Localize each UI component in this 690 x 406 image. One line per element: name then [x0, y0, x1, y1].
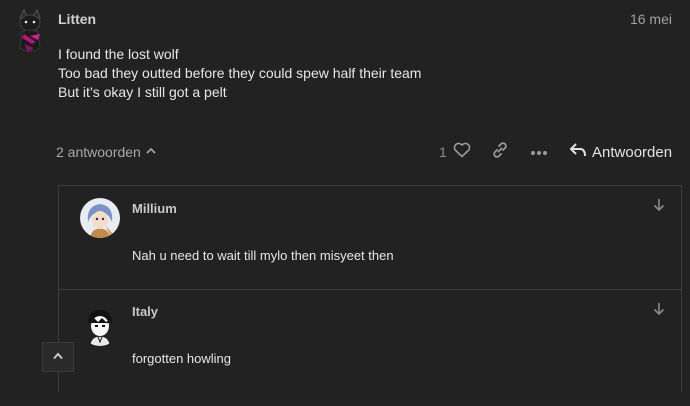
- chevron-up-icon: [52, 348, 64, 366]
- post-username[interactable]: Litten: [58, 11, 96, 27]
- jump-to-post-button[interactable]: [651, 198, 667, 217]
- post-date[interactable]: 16 mei: [630, 11, 672, 27]
- heart-icon: [453, 142, 471, 163]
- like-count: 1: [439, 144, 447, 160]
- link-icon: [491, 141, 509, 164]
- copy-link-button[interactable]: [490, 141, 510, 164]
- scroll-to-top-button[interactable]: [42, 342, 74, 372]
- reply-arrow-icon: [570, 143, 586, 161]
- more-options-button[interactable]: [528, 142, 550, 162]
- more-icon: [530, 143, 548, 161]
- arrow-down-icon: [653, 198, 665, 217]
- reply-button-label: Antwoorden: [592, 143, 673, 161]
- topic-page: Litten 16 mei I found the lost wolf Too …: [0, 0, 690, 406]
- litten-avatar[interactable]: [10, 8, 50, 58]
- italy-avatar[interactable]: [80, 306, 120, 346]
- arrow-down-icon: [653, 302, 665, 321]
- reply-text: Nah u need to wait till mylo then misyee…: [132, 248, 394, 263]
- embedded-replies: Millium Nah u need to wait till mylo the…: [58, 185, 682, 392]
- post-line: Too bad they outted before they could sp…: [58, 65, 422, 81]
- reply-button[interactable]: Antwoorden: [570, 142, 672, 162]
- jump-to-post-button[interactable]: [651, 302, 667, 321]
- reply-item: Italy forgotten howling: [59, 289, 681, 392]
- replies-count-label: 2 antwoorden: [56, 144, 141, 160]
- chevron-up-icon: [145, 144, 157, 160]
- reply-text: forgotten howling: [132, 351, 232, 366]
- post-line: But it’s okay I still got a pelt: [58, 84, 227, 100]
- millium-avatar[interactable]: [80, 198, 120, 238]
- reply-username[interactable]: Millium: [132, 201, 177, 216]
- post-line: I found the lost wolf: [58, 46, 179, 62]
- replies-toggle-button[interactable]: 2 antwoorden: [56, 143, 157, 161]
- reply-item: Millium Nah u need to wait till mylo the…: [59, 186, 681, 289]
- like-button[interactable]: [452, 142, 472, 162]
- reply-username[interactable]: Italy: [132, 304, 158, 319]
- post-body: I found the lost wolf Too bad they outte…: [58, 45, 421, 102]
